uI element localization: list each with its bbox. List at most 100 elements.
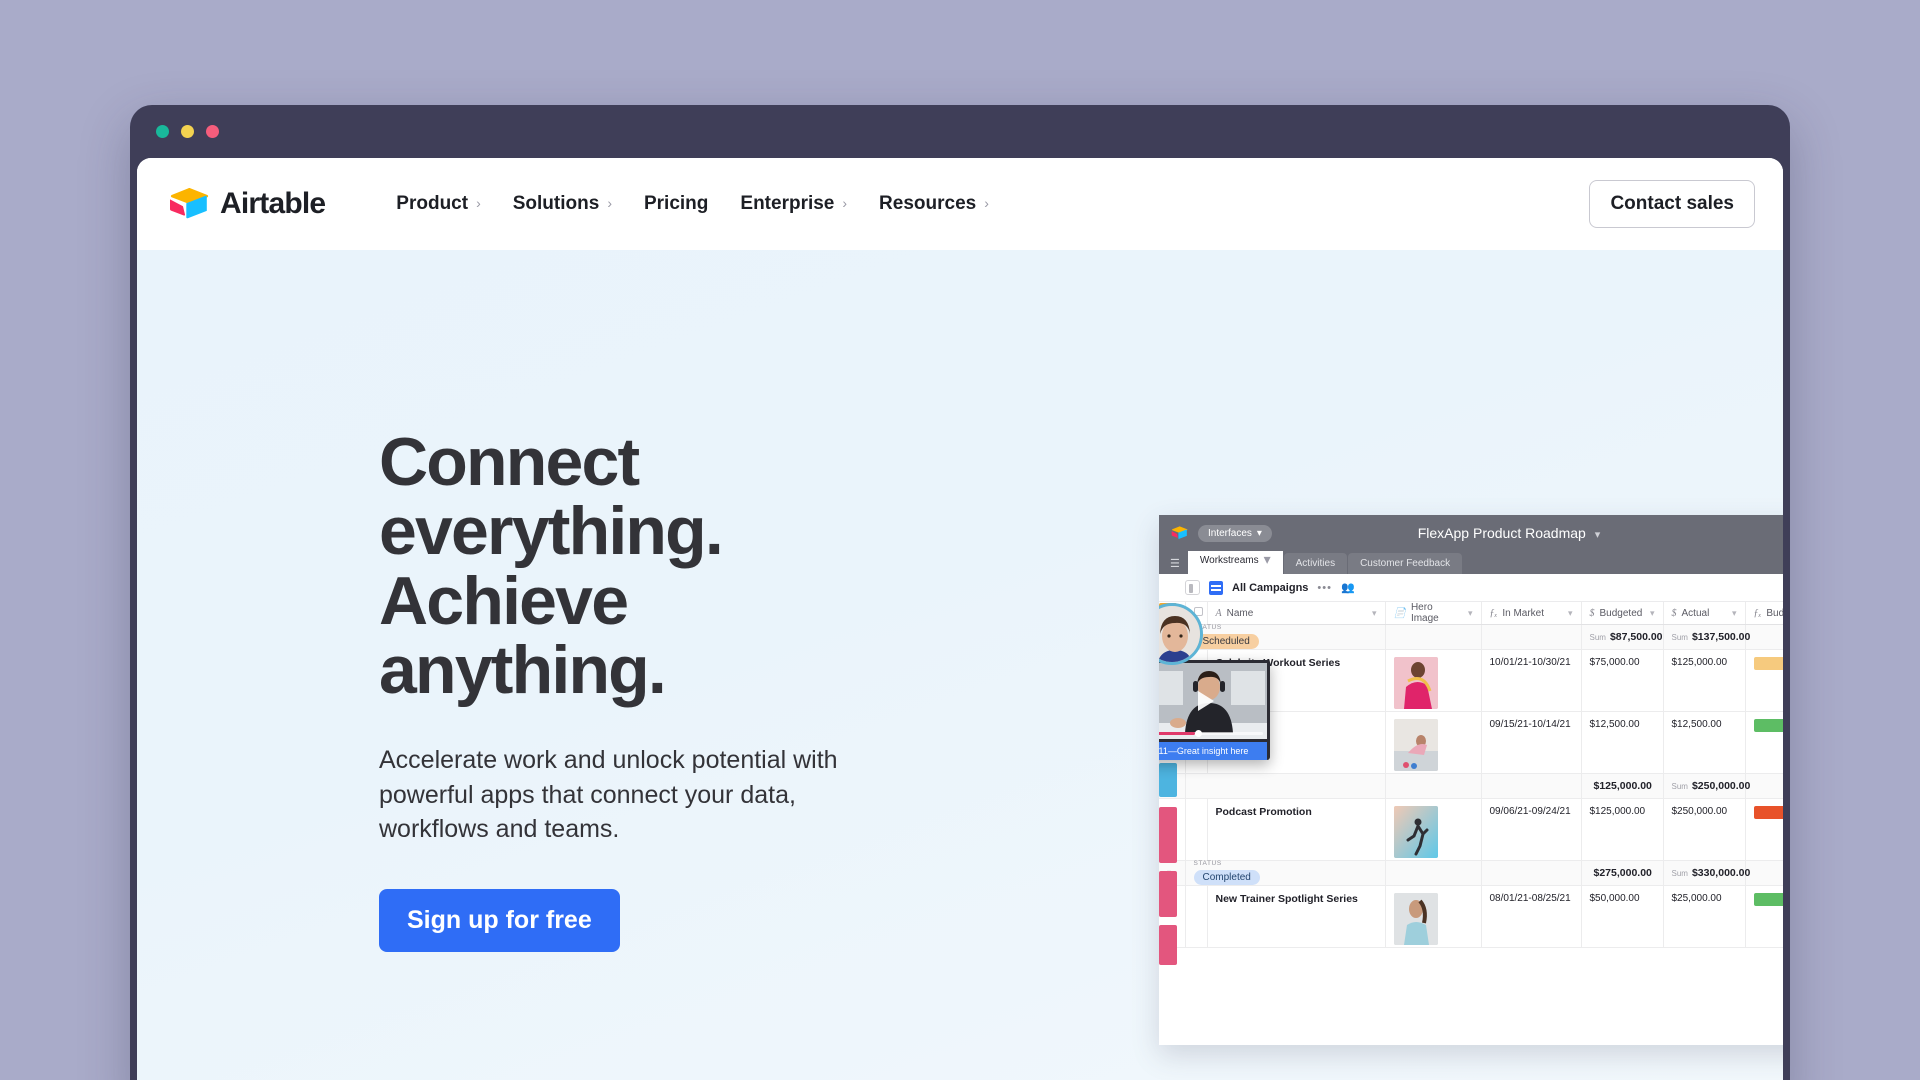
kanban-strip bbox=[1159, 871, 1177, 917]
group-actual-sum: Sum $137,500.00 bbox=[1663, 624, 1750, 650]
cell-hero-image[interactable] bbox=[1385, 711, 1482, 774]
window-minimize-icon[interactable] bbox=[181, 125, 194, 138]
tab-customer-feedback[interactable]: Customer Feedback bbox=[1348, 553, 1463, 574]
column-header-actual[interactable]: $ Actual ▾ bbox=[1663, 602, 1746, 625]
chevron-down-icon[interactable]: ▾ bbox=[1372, 608, 1377, 619]
group-bar-cell bbox=[1745, 860, 1783, 886]
main-nav: Product › Solutions › Pricing Enterprise… bbox=[380, 185, 1005, 223]
nav-item-product[interactable]: Product › bbox=[380, 185, 496, 223]
cell-name[interactable]: New Trainer Spotlight Series bbox=[1207, 885, 1386, 948]
cell-budgeted-vs-actual[interactable]: 50% bbox=[1745, 885, 1783, 948]
app-airtable-logo-icon bbox=[1171, 526, 1188, 540]
cell-in-market[interactable]: 08/01/21-08/25/21 bbox=[1481, 885, 1582, 948]
cell-budgeted[interactable]: $12,500.00 bbox=[1581, 711, 1664, 774]
group-header-row[interactable]: ▾ STATUS Scheduled Sum$87,500.00 bbox=[1159, 624, 1783, 650]
chevron-down-icon[interactable]: ▾ bbox=[1732, 608, 1737, 619]
cell-budgeted-vs-actual[interactable] bbox=[1745, 798, 1783, 861]
row-checkbox-cell[interactable] bbox=[1185, 885, 1208, 948]
video-caption: 2:11—Great insight here bbox=[1159, 742, 1267, 760]
cell-in-market[interactable]: 09/06/21-09/24/21 bbox=[1481, 798, 1582, 861]
group-budgeted-sum: $125,000.00 bbox=[1581, 773, 1664, 799]
progress-bar bbox=[1753, 719, 1783, 732]
cell-actual[interactable]: $12,500.00 bbox=[1663, 711, 1746, 774]
chevron-down-icon[interactable]: ▾ bbox=[1468, 608, 1473, 619]
more-options-icon[interactable]: ••• bbox=[1317, 582, 1332, 594]
contact-sales-button[interactable]: Contact sales bbox=[1589, 180, 1755, 228]
tab-activities[interactable]: Activities bbox=[1283, 553, 1348, 574]
tab-workstreams[interactable]: Workstreams ▾ bbox=[1187, 547, 1283, 574]
group-bar-cell bbox=[1745, 624, 1783, 650]
column-header-hero-image[interactable]: 📄 Hero Image ▾ bbox=[1385, 602, 1482, 625]
interfaces-pill[interactable]: Interfaces ▾ bbox=[1198, 524, 1272, 542]
window-titlebar bbox=[130, 105, 1790, 158]
cell-hero-image[interactable] bbox=[1385, 798, 1482, 861]
play-icon[interactable] bbox=[1198, 691, 1214, 711]
cell-budgeted[interactable]: $50,000.00 bbox=[1581, 885, 1664, 948]
table-header-row: ds A Name ▾ bbox=[1159, 602, 1783, 625]
formula-icon: ƒₓ bbox=[1489, 607, 1498, 619]
chevron-right-icon: › bbox=[984, 195, 989, 211]
view-name-label[interactable]: All Campaigns bbox=[1232, 582, 1308, 594]
sum-label: Sum bbox=[1589, 633, 1606, 642]
video-frame[interactable] bbox=[1159, 663, 1267, 739]
video-overlay[interactable]: 2:11—Great insight here bbox=[1159, 660, 1270, 760]
chevron-right-icon: › bbox=[476, 195, 481, 211]
cell-in-market[interactable]: 10/01/21-10/30/21 bbox=[1481, 649, 1582, 712]
airtable-logo[interactable]: Airtable bbox=[169, 187, 326, 221]
row-checkbox-cell[interactable] bbox=[1185, 798, 1208, 861]
signup-button[interactable]: Sign up for free bbox=[379, 888, 620, 952]
group-header-row[interactable]: ▾ STATUS Completed $275,000.00 bbox=[1159, 860, 1783, 886]
collaborators-icon[interactable]: 👥 bbox=[1341, 581, 1355, 594]
column-label: Budgeted vs. Act bbox=[1766, 607, 1783, 619]
cell-budgeted[interactable]: $125,000.00 bbox=[1581, 798, 1664, 861]
column-label: In Market bbox=[1502, 607, 1545, 619]
nav-item-resources[interactable]: Resources › bbox=[863, 185, 1005, 223]
kanban-strip bbox=[1159, 763, 1177, 797]
chevron-down-icon[interactable]: ▾ bbox=[1650, 608, 1655, 619]
cell-budgeted-vs-actual[interactable] bbox=[1745, 649, 1783, 712]
status-badge: Scheduled bbox=[1193, 633, 1259, 649]
records-table: ds A Name ▾ bbox=[1159, 602, 1783, 948]
cell-budgeted-vs-actual[interactable] bbox=[1745, 711, 1783, 774]
window-maximize-icon[interactable] bbox=[206, 125, 219, 138]
nav-label: Solutions bbox=[512, 193, 600, 214]
chevron-down-icon[interactable]: ▾ bbox=[1568, 608, 1573, 619]
group-hero-cell bbox=[1385, 624, 1482, 650]
column-header-budgeted[interactable]: $ Budgeted ▾ bbox=[1581, 602, 1664, 625]
cell-actual[interactable]: $25,000.00 bbox=[1663, 885, 1746, 948]
nav-item-solutions[interactable]: Solutions › bbox=[497, 185, 628, 223]
chevron-right-icon: › bbox=[842, 195, 848, 211]
nav-item-enterprise[interactable]: Enterprise › bbox=[724, 185, 863, 223]
hero-subheading: Accelerate work and unlock potential wit… bbox=[379, 746, 838, 844]
group-header-row[interactable]: $125,000.00 Sum $250,000.00 bbox=[1159, 773, 1783, 799]
table-row[interactable]: 3 Podcast Promotion bbox=[1159, 798, 1783, 861]
sum-label: Sum bbox=[1671, 782, 1688, 791]
window-close-icon[interactable] bbox=[156, 125, 169, 138]
sidebar-toggle-icon[interactable] bbox=[1185, 580, 1200, 595]
cell-in-market[interactable]: 09/15/21-10/14/21 bbox=[1481, 711, 1582, 774]
cell-budgeted[interactable]: $75,000.00 bbox=[1581, 649, 1664, 712]
column-label: Name bbox=[1226, 607, 1254, 619]
column-header-budgeted-vs-actual[interactable]: ƒₓ Budgeted vs. Act bbox=[1745, 602, 1783, 625]
table-row[interactable]: 4 New Trainer Spotlight Series bbox=[1159, 885, 1783, 948]
column-header-in-market[interactable]: ƒₓ In Market ▾ bbox=[1481, 602, 1582, 625]
nav-item-pricing[interactable]: Pricing bbox=[628, 185, 724, 223]
cell-actual[interactable]: $250,000.00 bbox=[1663, 798, 1746, 861]
cell-hero-image[interactable] bbox=[1385, 885, 1482, 948]
cell-hero-image[interactable] bbox=[1385, 649, 1482, 712]
hero-thumbnail bbox=[1393, 893, 1438, 945]
progress-bar bbox=[1753, 893, 1783, 906]
video-progress-bar[interactable] bbox=[1159, 730, 1263, 737]
currency-icon: $ bbox=[1589, 607, 1595, 619]
headline-line-2: everything. bbox=[379, 493, 724, 570]
column-header-name[interactable]: A Name ▾ bbox=[1207, 602, 1386, 625]
group-hero-cell bbox=[1385, 860, 1482, 886]
cell-name[interactable]: Podcast Promotion bbox=[1207, 798, 1386, 861]
nav-label: Enterprise bbox=[740, 193, 835, 214]
cell-actual[interactable]: $125,000.00 bbox=[1663, 649, 1746, 712]
hero-thumbnail bbox=[1393, 719, 1438, 771]
status-field-label: STATUS bbox=[1193, 860, 1222, 868]
status-badge: Completed bbox=[1193, 869, 1260, 885]
airtable-wordmark: Airtable bbox=[220, 187, 326, 220]
group-market-cell bbox=[1481, 860, 1582, 886]
